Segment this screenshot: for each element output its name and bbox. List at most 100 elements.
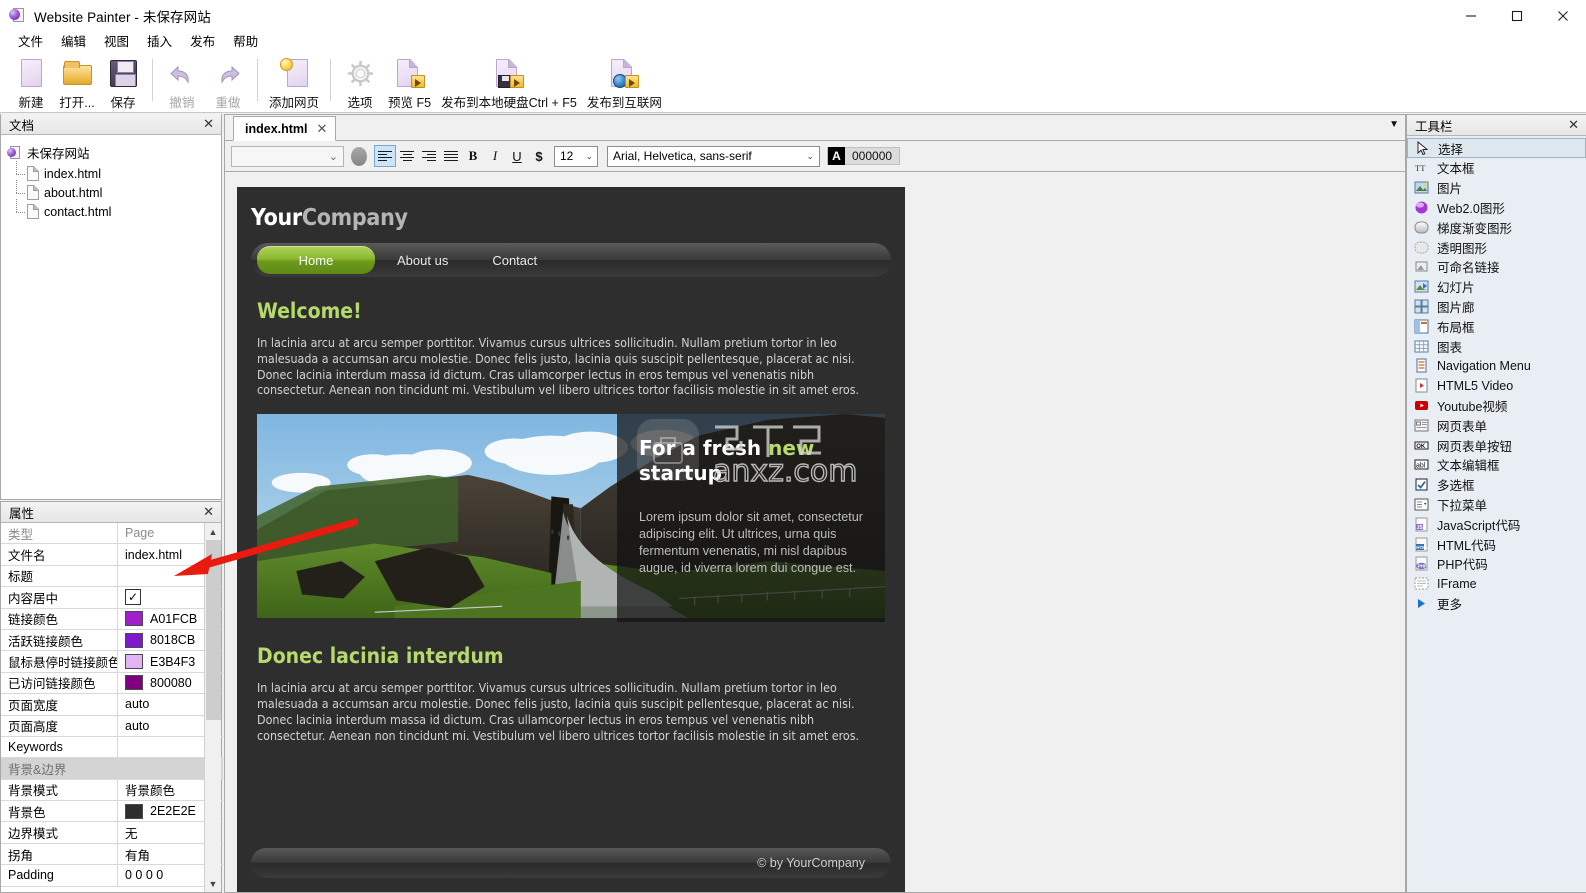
publish-internet-button[interactable]: 发布到互联网 [582, 55, 667, 111]
color-swatch[interactable] [125, 654, 143, 670]
menu-insert[interactable]: 插入 [138, 32, 181, 52]
tool-item-html5-video[interactable]: HTML5 Video [1407, 376, 1586, 396]
align-left-button[interactable] [374, 145, 396, 167]
documents-panel-close-icon[interactable]: ✕ [200, 117, 217, 131]
underline-button[interactable]: U [506, 145, 528, 167]
tool-item-web-form[interactable]: 网页表单 [1407, 415, 1586, 435]
menu-file[interactable]: 文件 [9, 32, 52, 52]
nav-item-home[interactable]: Home [257, 246, 375, 274]
tree-root-site[interactable]: 未保存网站 [7, 141, 221, 164]
minimize-button[interactable] [1448, 0, 1494, 31]
tool-item-slideshow[interactable]: 幻灯片 [1407, 277, 1586, 297]
tool-item-textbox[interactable]: TT 文本框 [1407, 158, 1586, 178]
color-swatch[interactable] [125, 632, 143, 648]
welcome-paragraph[interactable]: In lacinia arcu at arcu semper porttitor… [257, 335, 885, 398]
nav-item-about[interactable]: About us [375, 246, 470, 274]
tool-item-web20-shape[interactable]: Web2.0图形 [1407, 198, 1586, 218]
properties-panel-close-icon[interactable]: ✕ [200, 505, 217, 519]
properties-row[interactable]: 标题 [1, 565, 223, 588]
font-family-select[interactable]: Arial, Helvetica, sans-serif ⌄ [607, 145, 820, 167]
donec-heading[interactable]: Donec lacinia interdum [257, 644, 891, 668]
add-page-button[interactable]: 添加网页 [264, 55, 324, 111]
scroll-down-arrow-icon[interactable]: ▼ [205, 875, 221, 892]
tool-item-iframe[interactable]: IFrame [1407, 574, 1586, 594]
properties-row[interactable]: Keywords [1, 736, 223, 759]
design-canvas[interactable]: YourCompany Home About us Contact Welcom… [225, 173, 1405, 892]
tool-item-image-gallery[interactable]: 图片廊 [1407, 297, 1586, 317]
tool-item-transparent-shape[interactable]: 透明图形 [1407, 237, 1586, 257]
properties-row[interactable]: 已访问链接颜色 800080 [1, 672, 223, 695]
properties-row[interactable]: 链接颜色 A01FCB [1, 608, 223, 630]
options-button[interactable]: 选项 [337, 55, 383, 111]
tool-item-navigation-menu[interactable]: Navigation Menu [1407, 356, 1586, 376]
new-button[interactable]: 新建 [8, 55, 54, 111]
tool-item-dropdown[interactable]: 下拉菜单 [1407, 495, 1586, 515]
menu-help[interactable]: 帮助 [224, 32, 267, 52]
properties-row[interactable]: 边界模式无 [1, 822, 223, 844]
bold-button[interactable]: B [462, 145, 484, 167]
properties-row[interactable]: 鼠标悬停时链接颜色 E3B4F3 [1, 651, 223, 673]
properties-row[interactable]: 内容居中 ✓ [1, 587, 223, 609]
properties-row[interactable]: 活跃链接颜色 8018CB [1, 629, 223, 652]
tool-item-html-code[interactable]: HTML HTML代码 [1407, 534, 1586, 554]
maximize-button[interactable] [1494, 0, 1540, 31]
nav-item-contact[interactable]: Contact [470, 246, 559, 274]
website-preview[interactable]: YourCompany Home About us Contact Welcom… [237, 187, 905, 892]
publish-local-button[interactable]: 发布到本地硬盘Ctrl + F5 [436, 55, 582, 111]
align-center-button[interactable] [396, 145, 418, 167]
tab-index-html[interactable]: index.html ✕ [233, 116, 337, 141]
tool-item-more-triangle[interactable]: 更多 [1407, 594, 1586, 614]
hero-block[interactable]: For a fresh new startup Lorem ipsum dolor… [257, 414, 885, 623]
undo-button[interactable]: 撤销 [159, 55, 205, 111]
tool-item-cursor-arrow[interactable]: 选择 [1407, 138, 1586, 158]
strike-dollar-button[interactable]: $ [528, 145, 550, 167]
checkbox-icon[interactable]: ✓ [125, 589, 141, 606]
color-picker-blob-icon[interactable] [351, 146, 367, 166]
tool-item-php-code[interactable]: PHP PHP代码 [1407, 554, 1586, 574]
color-swatch[interactable] [125, 611, 143, 627]
site-footer[interactable]: © by YourCompany [251, 848, 891, 878]
font-size-select[interactable]: 12 ⌄ [554, 145, 598, 167]
tree-item-about[interactable]: about.html [7, 180, 221, 202]
properties-row[interactable]: 文件名 index.html [1, 544, 223, 566]
tool-item-text-input[interactable]: abl 文本编辑框 [1407, 455, 1586, 475]
welcome-heading[interactable]: Welcome! [257, 299, 891, 323]
open-button[interactable]: 打开... [54, 55, 100, 111]
color-swatch[interactable] [125, 803, 143, 819]
menu-view[interactable]: 视图 [95, 32, 138, 52]
italic-button[interactable]: I [484, 145, 506, 167]
tool-item-table[interactable]: 图表 [1407, 336, 1586, 356]
close-button[interactable] [1540, 0, 1586, 31]
properties-section-row[interactable]: 背景&边界 [1, 758, 223, 780]
tool-item-javascript-code[interactable]: JS JavaScript代码 [1407, 514, 1586, 534]
properties-row[interactable]: 拐角 有角 [1, 843, 223, 866]
properties-row[interactable]: 页面宽度 auto [1, 694, 223, 716]
tool-item-youtube[interactable]: Youtube视频 [1407, 396, 1586, 416]
menu-edit[interactable]: 编辑 [52, 32, 95, 52]
tool-item-image[interactable]: 图片 [1407, 178, 1586, 198]
scrollbar-thumb[interactable] [206, 540, 221, 720]
tool-item-named-anchor[interactable]: 可命名链接 [1407, 257, 1586, 277]
tree-item-index[interactable]: index.html [7, 161, 221, 183]
properties-row[interactable]: 背景色 2E2E2E [1, 801, 223, 823]
properties-row[interactable]: 页面高度 auto [1, 715, 223, 737]
color-swatch[interactable] [125, 675, 143, 691]
tool-item-gradient-shape[interactable]: 梯度渐变图形 [1407, 217, 1586, 237]
site-navigation[interactable]: Home About us Contact [251, 243, 891, 277]
properties-row[interactable]: 背景模式 背景颜色 [1, 779, 223, 802]
donec-paragraph[interactable]: In lacinia arcu at arcu semper porttitor… [257, 680, 885, 743]
align-right-button[interactable] [418, 145, 440, 167]
site-logo[interactable]: YourCompany [251, 205, 891, 231]
save-button[interactable]: 保存 [100, 55, 146, 111]
properties-row[interactable]: Padding 0 0 0 0 [1, 865, 223, 887]
chevron-down-icon[interactable]: ▼ [1389, 119, 1399, 130]
properties-scrollbar[interactable]: ▲ ▼ [204, 523, 221, 892]
tool-item-checkbox[interactable]: 多选框 [1407, 475, 1586, 495]
tool-item-form-button[interactable]: OK 网页表单按钮 [1407, 435, 1586, 455]
toolbox-close-icon[interactable]: ✕ [1565, 118, 1582, 132]
menu-publish[interactable]: 发布 [181, 32, 224, 52]
scroll-up-arrow-icon[interactable]: ▲ [205, 523, 221, 540]
tab-close-icon[interactable]: ✕ [317, 121, 328, 137]
preview-button[interactable]: 预览 F5 [383, 55, 436, 111]
tree-item-contact[interactable]: contact.html [7, 199, 221, 221]
